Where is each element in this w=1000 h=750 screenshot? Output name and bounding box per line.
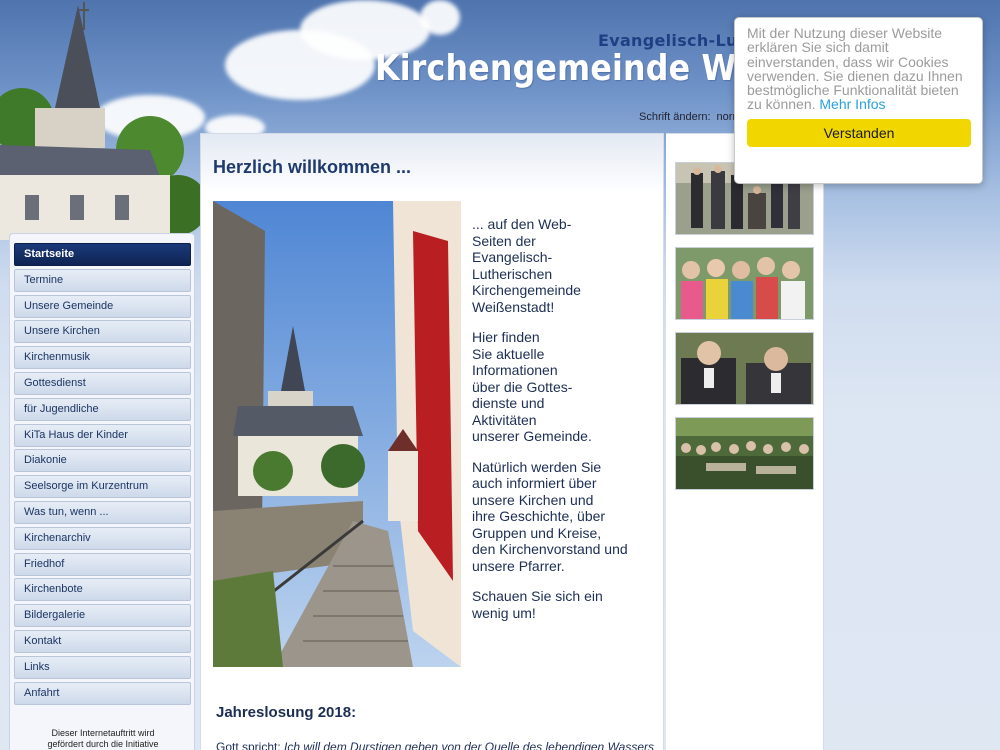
nav-item-7[interactable]: KiTa Haus der Kinder [14,423,191,447]
cookie-message: Mit der Nutzung dieser Website erklären … [747,26,970,112]
church-illustration [0,2,200,240]
intro-paragraph-1: Hier finden Sie aktuelle Informationen ü… [472,329,592,444]
gallery-photo-3[interactable] [675,332,814,405]
accept-cookies-button[interactable]: Verstanden [747,118,971,147]
gallery-photo-4[interactable] [675,417,814,490]
nav-item-6[interactable]: für Jugendliche [14,397,191,421]
nav-item-12[interactable]: Friedhof [14,552,191,576]
nav-item-14[interactable]: Bildergalerie [14,604,191,628]
nav-item-10[interactable]: Was tun, wenn ... [14,500,191,524]
sponsor-note-line1: Dieser Internetauftritt wird [51,728,155,738]
more-info-link[interactable]: Mehr Infos [819,96,885,112]
nav-item-2[interactable]: Unsere Gemeinde [14,294,191,318]
cookie-consent-banner: Mit der Nutzung dieser Website erklären … [734,17,983,184]
nav-item-1[interactable]: Termine [14,268,191,292]
sidebar-navigation: Startseite Termine Unsere Gemeinde Unsere K… [9,233,195,750]
nav-item-16[interactable]: Links [14,655,191,679]
intro-paragraph-3: Schauen Sie sich ein wenig um! [472,588,603,621]
jahreslosung-quote: Gott spricht: Ich will dem Durstigen geb… [216,740,654,750]
font-switch-label: Schrift ändern: [639,111,711,123]
sponsor-note: Dieser Internetauftritt wird gefördert d… [10,728,196,750]
nav-item-11[interactable]: Kirchenarchiv [14,526,191,550]
sponsor-note-line2: gefördert durch die Initiative [47,739,159,749]
gallery-photo-2[interactable] [675,247,814,320]
jahreslosung-heading: Jahreslosung 2018: [216,704,357,721]
main-content: Herzlich willkommen ... ... auf den Web-… [200,133,664,750]
intro-paragraph-2: Natürlich werden Sie auch informiert übe… [472,458,628,574]
nav-item-9[interactable]: Seelsorge im Kurzentrum [14,475,191,499]
nav-item-8[interactable]: Diakonie [14,449,191,473]
photo-gallery [666,133,824,750]
page-title: Herzlich willkommen ... [213,157,412,177]
font-size-switcher: Schrift ändern: norm [639,111,748,123]
nav-item-13[interactable]: Kirchenbote [14,578,191,602]
intro-text: ... auf den Web- Seiten der Evangelisch-… [472,216,657,635]
nav-item-5[interactable]: Gottesdienst [14,371,191,395]
nav-item-15[interactable]: Kontakt [14,629,191,653]
church-alley-photo [213,201,461,667]
intro-paragraph-0: ... auf den Web- Seiten der Evangelisch-… [472,216,581,315]
nav-item-4[interactable]: Kirchenmusik [14,346,191,370]
nav-item-0[interactable]: Startseite [14,243,191,266]
nav-item-3[interactable]: Unsere Kirchen [14,320,191,344]
nav-item-17[interactable]: Anfahrt [14,681,191,705]
quote-prefix: Gott spricht: [216,740,281,750]
quote-text: Ich will dem Durstigen geben von der Que… [284,740,655,750]
